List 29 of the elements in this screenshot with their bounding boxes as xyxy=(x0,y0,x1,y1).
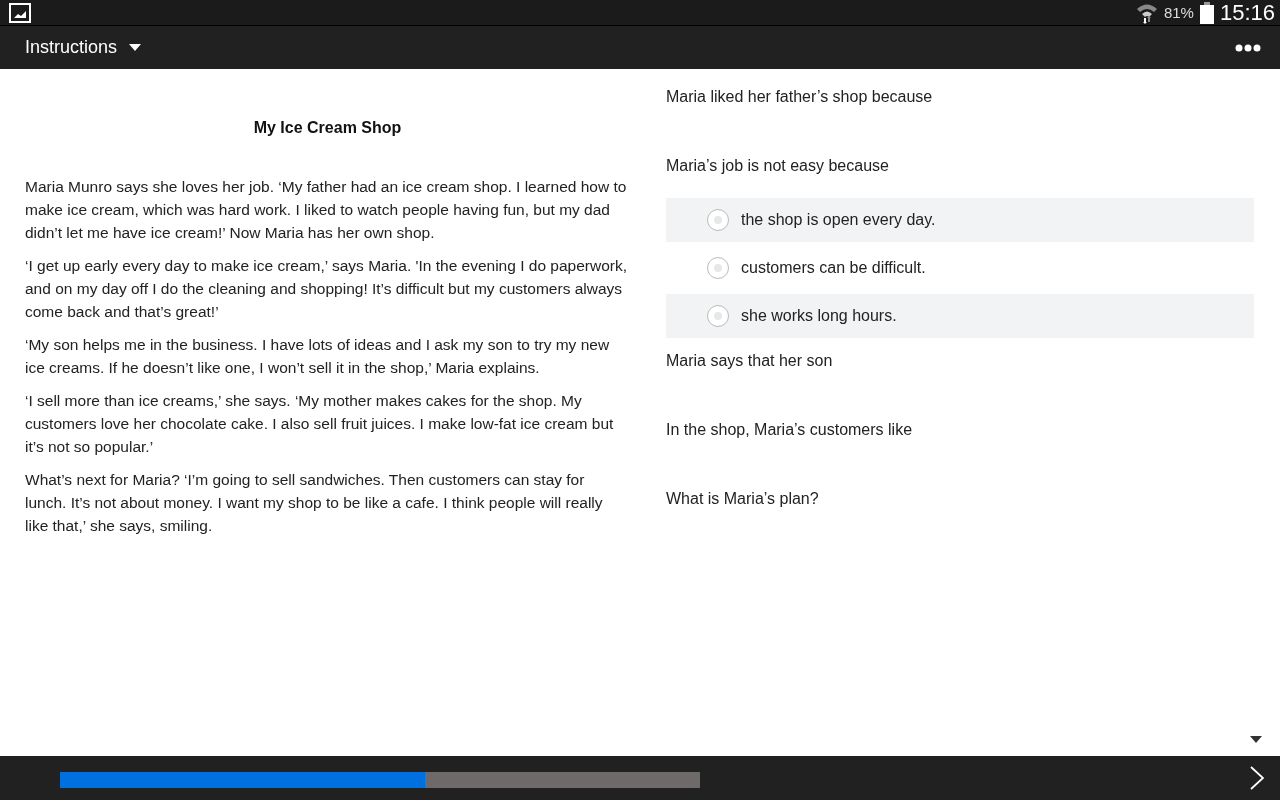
option-label: customers can be difficult. xyxy=(741,259,926,277)
more-options-icon[interactable] xyxy=(1235,43,1261,52)
option-label: she works long hours. xyxy=(741,307,897,325)
next-arrow-icon[interactable] xyxy=(1250,766,1264,790)
question-text: Maria says that her son xyxy=(666,352,834,370)
question-text: In the shop, Maria’s customers like xyxy=(666,421,914,439)
question-text: Maria’s job is not easy because xyxy=(666,157,890,175)
option-label: the shop is open every day. xyxy=(741,211,936,229)
passage-paragraph: What’s next for Maria? ‘I’m going to sell sandwiches. Then customers can stay for lunch. It’s not about money. I want my shop to be like a cafe. I think people will really like that,’ she says, smiling. xyxy=(25,470,604,536)
passage-paragraph: ‘My son helps me in the business. I have lots of ideas and I ask my son to try my new ice creams. If he doesn’t like one, I won’t sell it in the shop,’ Maria explains. xyxy=(25,335,611,378)
question-text: What is Maria’s plan? xyxy=(666,490,820,508)
clock-time: 15:16 xyxy=(1219,0,1275,26)
caret-icon xyxy=(129,44,142,51)
radio-button[interactable] xyxy=(707,305,729,327)
answer-option[interactable]: customers can be difficult. xyxy=(666,246,1254,290)
passage-paragraph: ‘I sell more than ice creams,’ she says. ‘My mother makes cakes for the shop. My customers love her chocolate cake. I also sell fruit juices. I make low-fat ice cream but it’s not so popular.’ xyxy=(25,391,615,457)
battery-percent: 81% xyxy=(1163,4,1194,21)
question-text: Maria liked her father’s shop because xyxy=(666,88,934,106)
battery-icon xyxy=(1199,1,1214,24)
radio-button[interactable] xyxy=(707,209,729,231)
scroll-down-icon[interactable] xyxy=(1250,736,1262,743)
answer-option[interactable]: she works long hours. xyxy=(666,294,1254,338)
passage-paragraph: Maria Munro says she loves her job. ‘My father had an ice cream shop. I learned how to make ice cream, which was hard work. I liked to watch people having fun, but my dad didn’t let me have ice cream!’ Now Maria has her own shop. xyxy=(25,177,628,243)
gallery-icon xyxy=(9,2,31,23)
passage-paragraph: ‘I get up early every day to make ice cream,’ says Maria. 'In the evening I do paperwork, and on my day off I do the cleaning and shopping! It’s difficult but my customers always come back and that’s great!’ xyxy=(25,256,628,322)
radio-button[interactable] xyxy=(707,257,729,279)
instructions-dropdown[interactable]: Instructions xyxy=(25,37,142,58)
answer-option[interactable]: the shop is open every day. xyxy=(666,198,1254,242)
passage-title: My Ice Cream Shop xyxy=(252,119,403,137)
